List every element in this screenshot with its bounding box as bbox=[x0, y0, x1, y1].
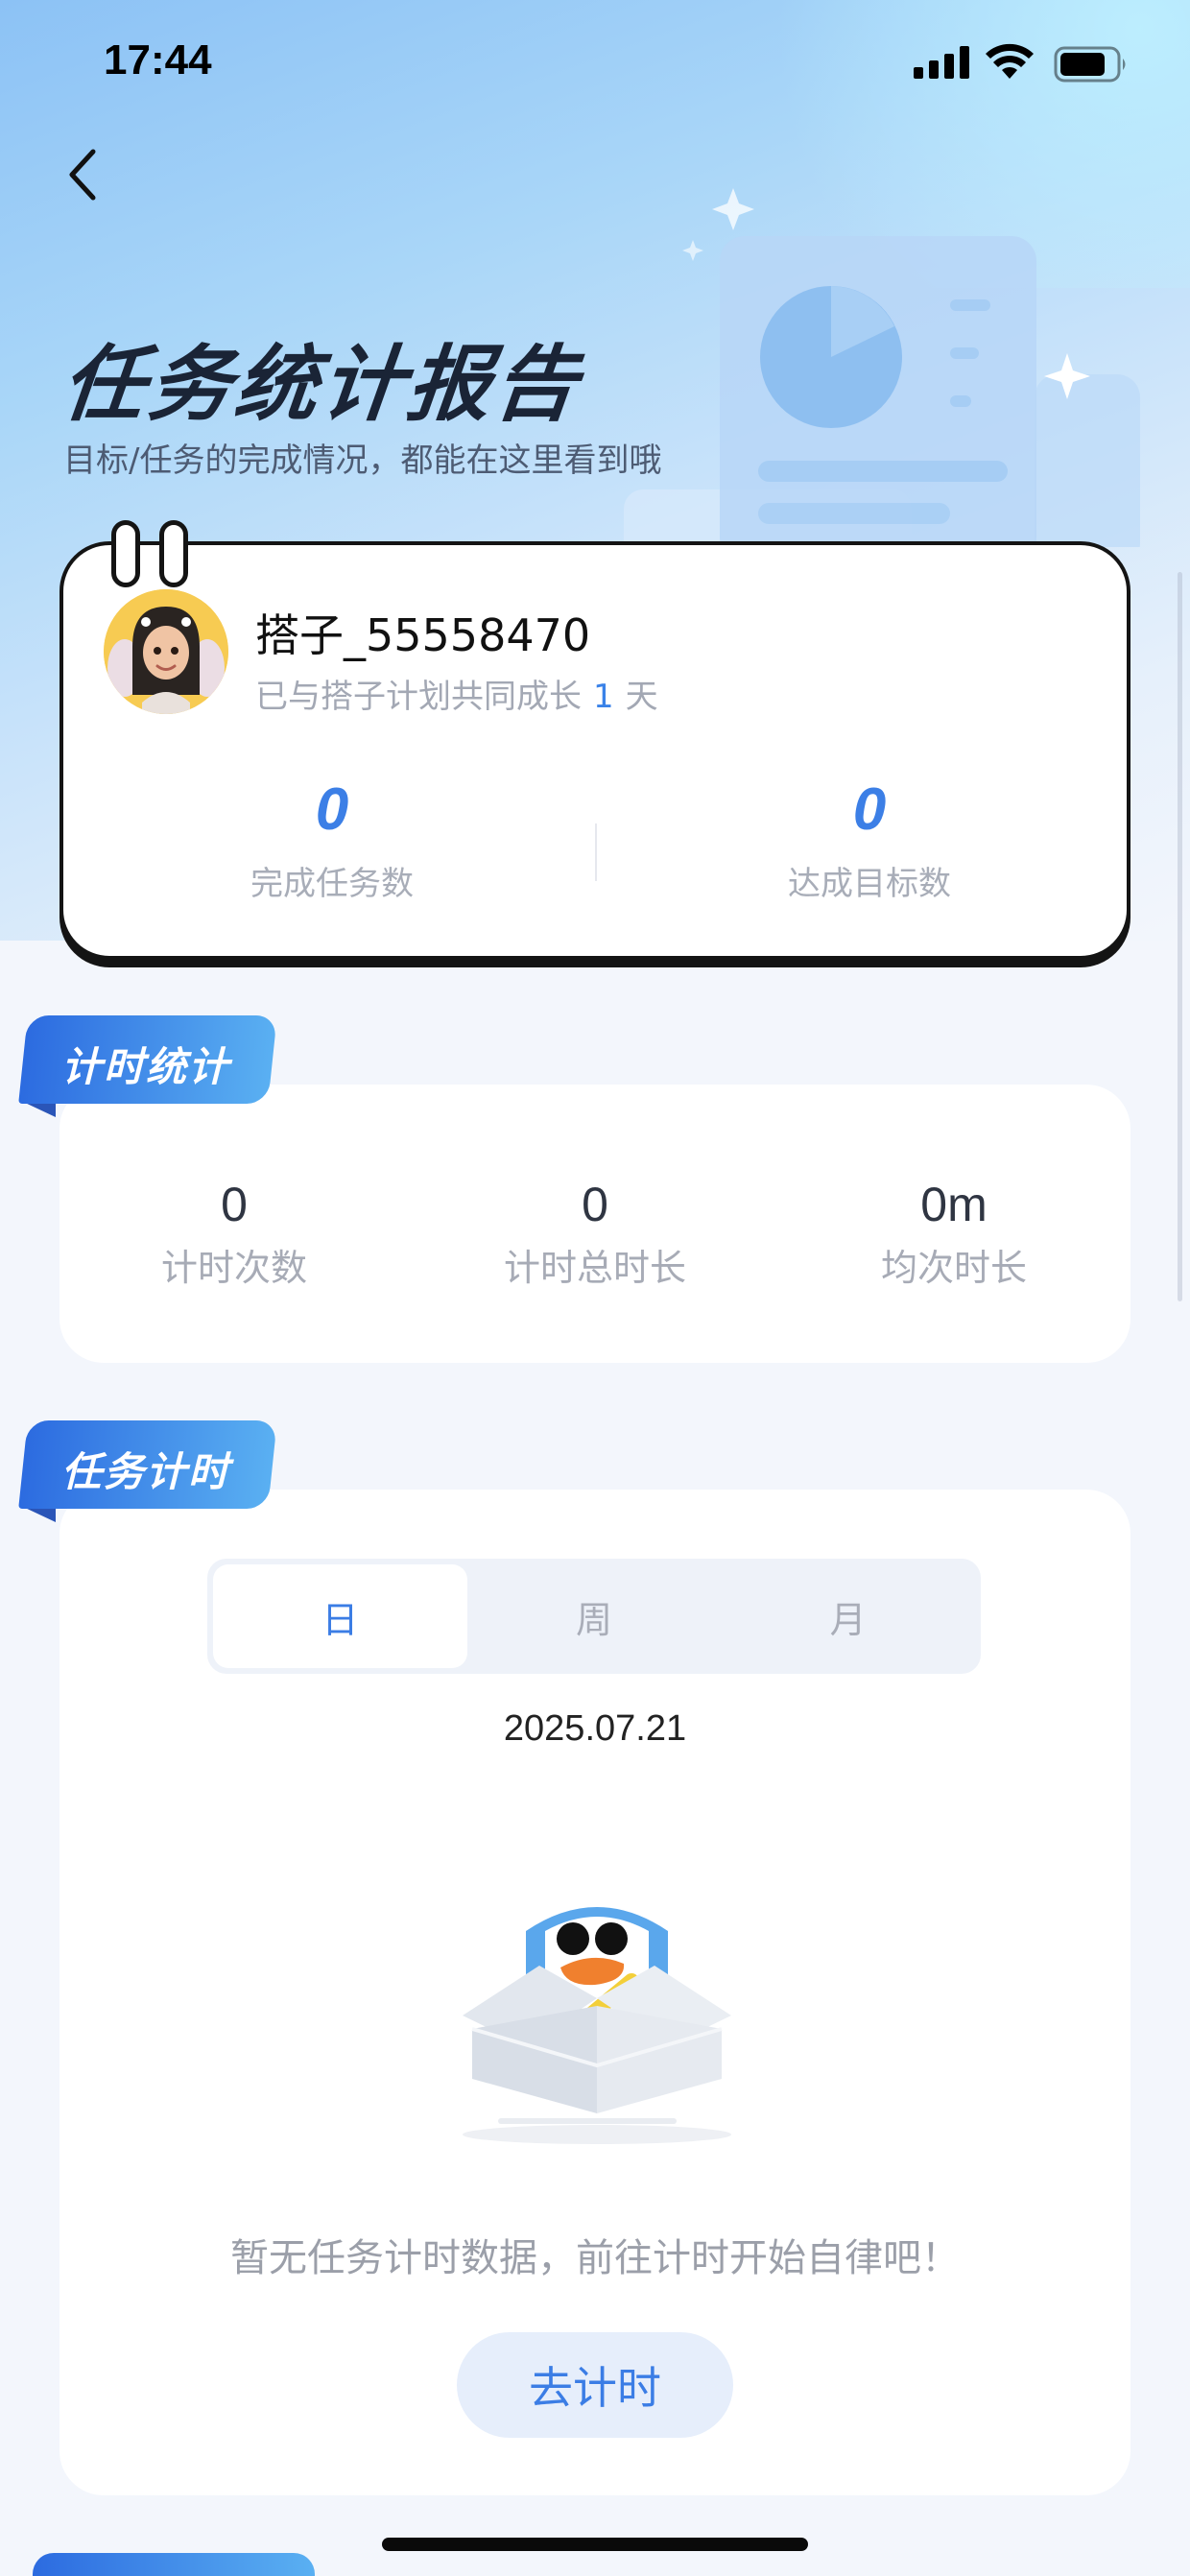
next-section-tag bbox=[33, 2553, 315, 2576]
achieved-goals-stat: 0 达成目标数 bbox=[726, 775, 1013, 904]
timing-stats-card: 0 计时次数 0 计时总时长 0m 均次时长 bbox=[60, 1085, 1130, 1363]
report-illustration bbox=[624, 188, 1140, 547]
growth-prefix: 已与搭子计划共同成长 bbox=[255, 678, 582, 716]
home-indicator[interactable] bbox=[382, 2538, 808, 2551]
timing-total-label: 计时总时长 bbox=[503, 1247, 686, 1289]
avatar[interactable] bbox=[104, 589, 228, 714]
status-bar: 17:44 bbox=[0, 0, 1190, 134]
empty-box-mascot-icon bbox=[463, 1907, 731, 2144]
tab-month[interactable]: 月 bbox=[721, 1564, 975, 1668]
growth-days-line: 已与搭子计划共同成长 1 天 bbox=[255, 670, 658, 717]
binder-ring-icon bbox=[111, 520, 140, 587]
growth-days: 1 bbox=[593, 678, 614, 716]
stat-divider bbox=[595, 823, 597, 881]
page-title: 任务统计报告 bbox=[57, 337, 586, 433]
timing-total-stat: 0 计时总时长 bbox=[451, 1177, 739, 1291]
cellular-signal-icon bbox=[914, 46, 969, 79]
completed-tasks-value: 0 bbox=[315, 776, 349, 843]
completed-tasks-stat: 0 完成任务数 bbox=[188, 775, 476, 904]
completed-tasks-label: 完成任务数 bbox=[250, 865, 414, 903]
timing-average-stat: 0m 均次时长 bbox=[810, 1177, 1098, 1291]
growth-suffix: 天 bbox=[625, 678, 658, 716]
timing-count-value: 0 bbox=[221, 1178, 248, 1231]
avatar-character-icon bbox=[104, 589, 228, 714]
chevron-left-icon bbox=[69, 149, 96, 201]
scrollbar[interactable] bbox=[1178, 572, 1182, 1301]
tab-week[interactable]: 周 bbox=[467, 1564, 722, 1668]
go-timer-button[interactable]: 去计时 bbox=[457, 2332, 733, 2438]
timing-average-label: 均次时长 bbox=[880, 1247, 1027, 1289]
tab-day[interactable]: 日 bbox=[213, 1564, 467, 1668]
achieved-goals-value: 0 bbox=[852, 776, 887, 843]
back-button[interactable] bbox=[54, 140, 111, 209]
page-subtitle: 目标/任务的完成情况，都能在这里看到哦 bbox=[63, 441, 662, 480]
achieved-goals-label: 达成目标数 bbox=[788, 865, 951, 903]
username: 搭子_55558470 bbox=[255, 609, 591, 661]
wifi-icon bbox=[986, 43, 1034, 79]
empty-state-text: 暂无任务计时数据，前往计时开始自律吧！ bbox=[230, 2236, 960, 2280]
current-date: 2025.07.21 bbox=[503, 1708, 687, 1749]
timing-count-label: 计时次数 bbox=[160, 1247, 307, 1289]
task-timing-section-tag: 任务计时 bbox=[18, 1420, 277, 1522]
timing-count-stat: 0 计时次数 bbox=[90, 1177, 378, 1291]
timing-total-value: 0 bbox=[582, 1178, 608, 1231]
battery-icon bbox=[1054, 46, 1126, 83]
period-segmented-control: 日 周 月 bbox=[207, 1559, 981, 1674]
timing-stats-section-tag: 计时统计 bbox=[18, 1015, 277, 1117]
timing-stats-title: 计时统计 bbox=[61, 1043, 231, 1090]
task-timing-card: 日 周 月 2025.07.21 暂无任务计时数据，前往计时开始自律吧！ 去计时 bbox=[60, 1490, 1130, 2495]
status-time: 17:44 bbox=[104, 36, 212, 83]
task-timing-title: 任务计时 bbox=[61, 1448, 231, 1495]
profile-card: 搭子_55558470 已与搭子计划共同成长 1 天 0 完成任务数 0 达成目… bbox=[60, 520, 1130, 960]
binder-ring-icon bbox=[159, 520, 188, 587]
timing-average-value: 0m bbox=[920, 1178, 988, 1231]
